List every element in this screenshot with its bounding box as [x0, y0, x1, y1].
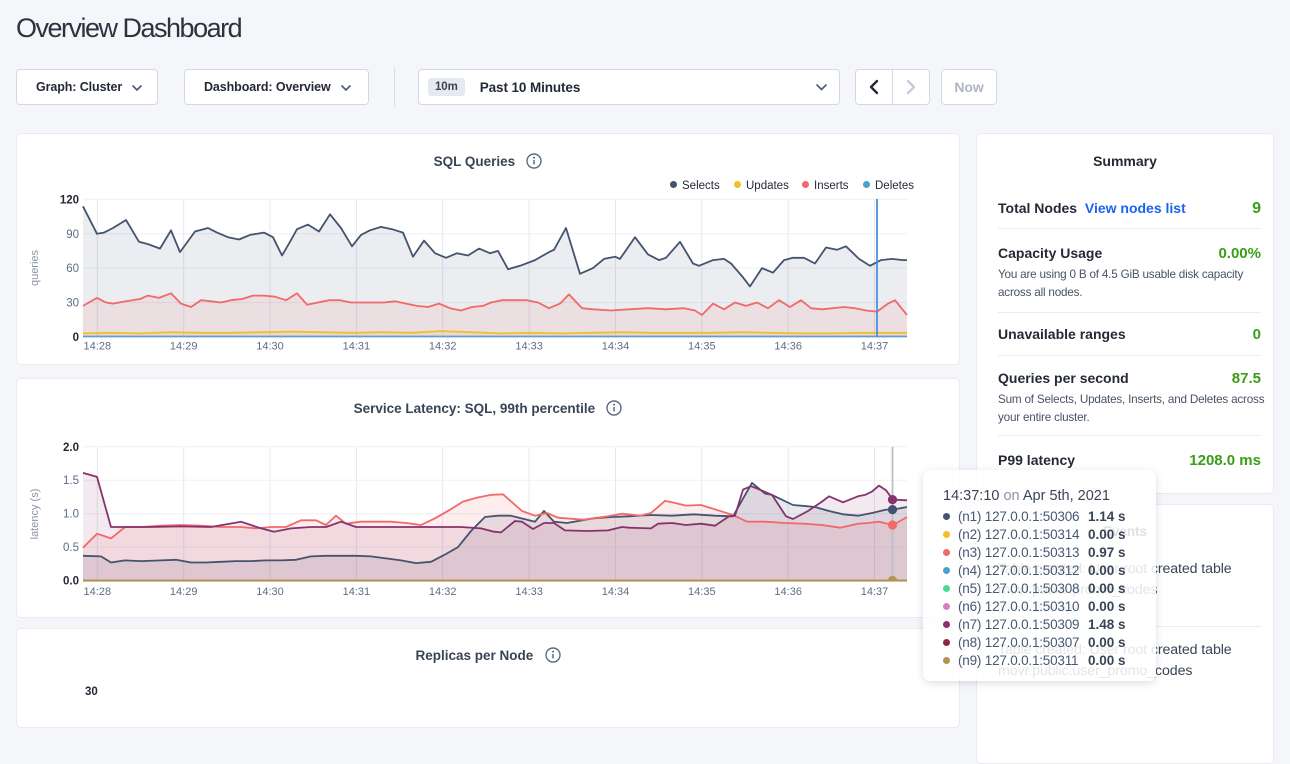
- svg-text:14:34: 14:34: [602, 341, 630, 353]
- svg-text:14:36: 14:36: [774, 586, 802, 598]
- svg-text:30: 30: [66, 298, 79, 310]
- svg-text:14:33: 14:33: [515, 586, 543, 598]
- svg-text:14:35: 14:35: [688, 586, 716, 598]
- svg-text:90: 90: [66, 229, 79, 241]
- svg-text:14:36: 14:36: [774, 341, 802, 353]
- svg-text:14:30: 14:30: [256, 586, 284, 598]
- svg-text:14:35: 14:35: [688, 341, 716, 353]
- svg-text:120: 120: [60, 194, 79, 206]
- svg-text:14:32: 14:32: [429, 341, 457, 353]
- svg-text:14:31: 14:31: [343, 341, 371, 353]
- svg-text:queries: queries: [29, 249, 41, 286]
- svg-text:14:37: 14:37: [861, 341, 889, 353]
- svg-text:0: 0: [73, 332, 79, 344]
- svg-text:14:34: 14:34: [602, 586, 630, 598]
- svg-text:0.0: 0.0: [63, 576, 79, 588]
- svg-text:14:32: 14:32: [429, 586, 457, 598]
- svg-text:60: 60: [66, 263, 79, 275]
- svg-text:14:33: 14:33: [515, 341, 543, 353]
- svg-text:2.0: 2.0: [63, 442, 79, 454]
- svg-text:latency (s): latency (s): [29, 489, 41, 540]
- svg-text:1.0: 1.0: [63, 509, 79, 521]
- svg-text:14:37: 14:37: [861, 586, 889, 598]
- svg-text:14:30: 14:30: [256, 341, 284, 353]
- svg-text:0.5: 0.5: [63, 542, 79, 554]
- svg-text:14:28: 14:28: [84, 341, 112, 353]
- svg-text:1.5: 1.5: [63, 475, 79, 487]
- svg-text:14:29: 14:29: [170, 586, 198, 598]
- svg-text:14:31: 14:31: [343, 586, 371, 598]
- svg-text:14:28: 14:28: [84, 586, 112, 598]
- svg-text:14:29: 14:29: [170, 341, 198, 353]
